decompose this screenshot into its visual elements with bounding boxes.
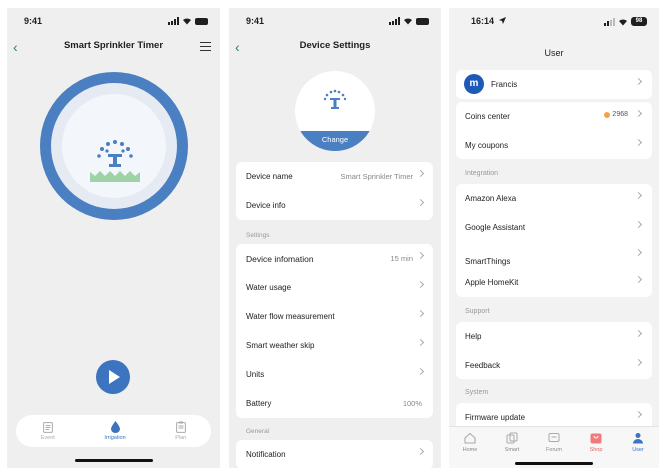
google-assistant-row[interactable]: Google Assistant [456, 213, 652, 242]
coin-icon [604, 111, 611, 118]
tab-home[interactable]: Home [455, 432, 485, 468]
plan-clipboard-icon [175, 421, 186, 433]
chevron-right-icon [634, 275, 643, 284]
account-card: Coins center 2968 My coupons [456, 102, 652, 159]
profile-row[interactable]: m Francis [456, 70, 652, 99]
chevron-right-icon [416, 367, 425, 376]
section-header-support: Support [465, 308, 490, 315]
back-chevron-icon[interactable]: ‹ [13, 39, 18, 55]
battery-icon: 98 [631, 17, 647, 26]
my-coupons-row[interactable]: My coupons [456, 131, 652, 160]
device-settings-screen: 9:41 ‹ Device Settings Change Device nam… [229, 8, 441, 468]
smart-weather-skip-row[interactable]: Smart weather skip [236, 331, 433, 360]
avatar: m [464, 74, 484, 94]
status-bar: 16:14 98 [449, 15, 659, 29]
status-bar: 9:41 [7, 15, 220, 29]
chevron-right-icon [416, 251, 425, 260]
signal-icon [389, 17, 400, 25]
battery-icon [195, 17, 208, 25]
forum-icon [548, 433, 560, 442]
chevron-right-icon [416, 198, 425, 207]
water-drop-icon [110, 421, 120, 433]
signal-icon [604, 17, 615, 26]
user-name: Francis [491, 80, 518, 89]
battery-row: Battery 100% [246, 399, 422, 408]
user-screen: 16:14 98 User m Francis Coins center 296… [449, 8, 659, 468]
device-image-picker[interactable]: Change [295, 71, 375, 151]
chevron-right-icon [416, 169, 425, 178]
chevron-right-icon [634, 220, 643, 228]
page-title: Smart Sprinkler Timer [63, 40, 164, 51]
chevron-right-icon [634, 248, 643, 257]
chevron-right-icon [634, 410, 643, 419]
device-info-row[interactable]: Device info [236, 191, 433, 220]
home-indicator [74, 459, 153, 462]
page-title: User [544, 48, 564, 58]
play-icon [109, 370, 120, 384]
device-information-row[interactable]: Device infomation 15 min [236, 244, 433, 273]
chevron-right-icon [634, 138, 643, 146]
section-header-integration: Integration [465, 170, 499, 177]
battery-icon [416, 17, 429, 25]
amazon-alexa-row[interactable]: Amazon Alexa [456, 184, 652, 213]
home-icon [464, 432, 476, 444]
status-time: 9:41 [24, 16, 43, 26]
sprinkler-icon [90, 140, 140, 182]
smartthings-row[interactable]: SmartThings [456, 241, 652, 268]
profile-card: m Francis [456, 70, 652, 99]
chevron-right-icon [634, 109, 643, 118]
sprinkler-timer-screen: 9:41 ‹ Smart Sprinkler Timer Event Irrig… [7, 8, 220, 468]
location-arrow-icon [498, 17, 506, 24]
status-bar: 9:41 [229, 15, 441, 29]
tab-irrigation[interactable]: Irrigation [104, 421, 126, 441]
chevron-right-icon [416, 280, 425, 289]
change-image-button[interactable]: Change [295, 131, 375, 151]
wifi-icon [183, 18, 191, 25]
device-card: Device name Smart Sprinkler Timer Device… [236, 162, 433, 220]
status-time: 16:14 [471, 16, 495, 26]
settings-card: Device infomation 15 min Water usage Wat… [236, 244, 433, 418]
sprinkler-icon [323, 89, 347, 109]
user-icon [633, 433, 643, 444]
tab-plan[interactable]: Plan [175, 421, 186, 441]
wifi-icon [619, 18, 627, 25]
help-row[interactable]: Help [456, 322, 652, 351]
menu-icon[interactable] [200, 42, 211, 54]
water-usage-row[interactable]: Water usage [236, 273, 433, 302]
smart-icon [506, 432, 518, 444]
signal-icon [168, 17, 179, 25]
status-time: 9:41 [246, 16, 265, 26]
bottom-tab-bar: Event Irrigation Plan [16, 415, 211, 447]
play-button[interactable] [96, 360, 130, 394]
chevron-right-icon [416, 338, 425, 347]
home-indicator [515, 462, 593, 465]
sprinkler-status-dial[interactable] [40, 72, 188, 220]
general-card: Notification [236, 440, 433, 468]
chevron-right-icon [416, 309, 425, 318]
coins-center-row[interactable]: Coins center 2968 [456, 102, 652, 131]
chevron-right-icon [416, 447, 425, 456]
chevron-right-icon [634, 191, 643, 200]
back-chevron-icon[interactable]: ‹ [235, 39, 240, 55]
section-header-general: General [246, 428, 270, 435]
units-row[interactable]: Units [236, 360, 433, 389]
shop-bag-icon [590, 433, 602, 444]
apple-homekit-row[interactable]: Apple HomeKit [456, 268, 652, 297]
chevron-right-icon [634, 358, 643, 366]
event-list-icon [42, 421, 53, 433]
water-flow-row[interactable]: Water flow measurement [236, 302, 433, 331]
feedback-row[interactable]: Feedback [456, 351, 652, 380]
chevron-right-icon [634, 77, 643, 86]
device-name-row[interactable]: Device name Smart Sprinkler Timer [236, 162, 433, 191]
page-title: Device Settings [299, 40, 371, 51]
notification-row[interactable]: Notification [236, 440, 433, 468]
section-header-settings: Settings [246, 232, 270, 239]
chevron-right-icon [634, 329, 643, 338]
tab-user[interactable]: User [623, 432, 653, 468]
tab-event[interactable]: Event [41, 421, 55, 441]
support-card: Help Feedback [456, 322, 652, 379]
section-header-system: System [465, 389, 489, 396]
integration-card: Amazon Alexa Google Assistant SmartThing… [456, 184, 652, 297]
wifi-icon [404, 18, 412, 25]
